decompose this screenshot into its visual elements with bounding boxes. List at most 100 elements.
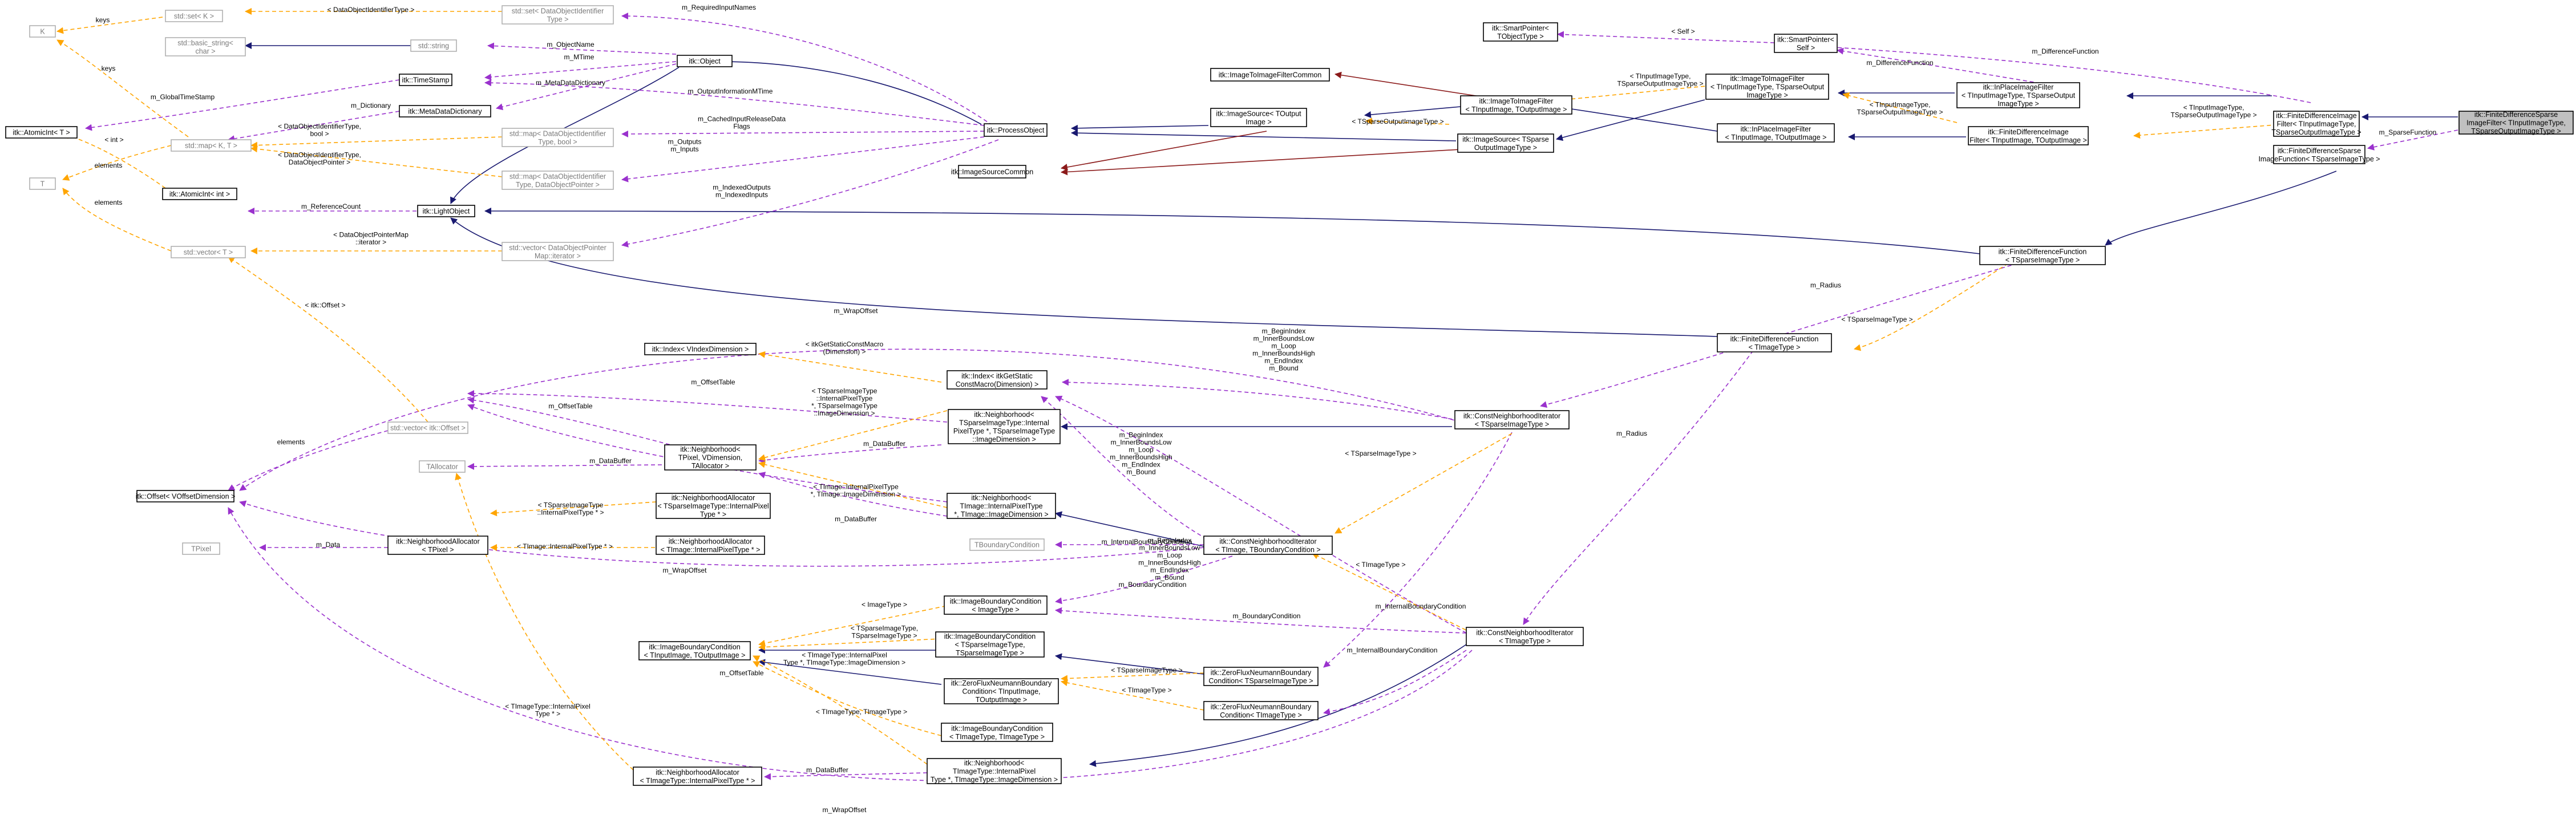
- class-node-T[interactable]: T: [29, 177, 56, 190]
- class-node-zfn-timagetype[interactable]: itk::ZeroFluxNeumannBoundaryCondition< T…: [1203, 701, 1319, 720]
- class-node-setdoi[interactable]: std::set< DataObjectIdentifierType >: [502, 5, 614, 25]
- class-node-mdd[interactable]: itk::MetaDataDictionary: [399, 105, 491, 117]
- class-node-cnit-tbc[interactable]: itk::ConstNeighborhoodIterator< TImage, …: [1203, 536, 1333, 555]
- class-node-tpixel[interactable]: TPixel: [182, 542, 220, 555]
- class-node-label: itk::Neighborhood<: [971, 494, 1031, 502]
- class-node-stdset[interactable]: std::set< K >: [165, 10, 223, 22]
- class-node-nalloc-timage[interactable]: itk::NeighborhoodAllocator< TImage::Inte…: [656, 536, 765, 555]
- class-node-ipif-b[interactable]: itk::InPlaceImageFilter< TInputImage, TO…: [1717, 123, 1835, 143]
- class-node-ibc-generic[interactable]: itk::ImageBoundaryCondition< TInputImage…: [638, 641, 751, 660]
- class-node-label: ConstMacro(Dimension) >: [956, 380, 1039, 388]
- class-node-label: itk::InPlaceImageFilter: [1983, 83, 2054, 91]
- class-node-label: ImageFunction< TSparseImageType >: [2258, 155, 2380, 163]
- class-node-label: < TSparseImageType >: [2005, 256, 2080, 264]
- class-node-label: TBoundaryCondition: [974, 541, 1040, 549]
- class-node-nbh-timage[interactable]: itk::Neighborhood<TImage::InternalPixelT…: [947, 493, 1056, 519]
- class-node-index-vdim[interactable]: itk::Index< VIndexDimension >: [644, 343, 757, 355]
- class-node-atomic-int[interactable]: itk::AtomicInt< int >: [162, 188, 237, 200]
- class-node-label: TOutputImage >: [976, 696, 1027, 704]
- class-node-atomic-t[interactable]: itk::AtomicInt< T >: [5, 126, 78, 139]
- class-node-smartptr-self[interactable]: itk::SmartPointer<Self >: [1774, 34, 1838, 53]
- collaboration-diagram: keys < DataObjectIdentifierType > m_Requir…: [0, 0, 2576, 815]
- class-node-tallocator[interactable]: TAllocator: [419, 460, 466, 473]
- class-node-ibc-sparse[interactable]: itk::ImageBoundaryCondition< TSparseImag…: [935, 631, 1045, 658]
- class-node-label: std::vector< itk::Offset >: [390, 424, 466, 432]
- class-node-smartptr-obj[interactable]: itk::SmartPointer<TObjectType >: [1483, 22, 1558, 42]
- class-node-label: itk::ConstNeighborhoodIterator: [1463, 412, 1560, 420]
- class-node-label: Condition< TSparseImageType >: [1208, 677, 1313, 685]
- class-node-label: < TImageType, TImageType >: [949, 733, 1045, 741]
- class-node-label: itk::ZeroFluxNeumannBoundary: [1211, 703, 1312, 711]
- class-node-ibc-timagetype[interactable]: itk::ImageBoundaryCondition< TImageType,…: [941, 723, 1053, 742]
- class-node-zfn-sparse[interactable]: itk::ZeroFluxNeumannBoundaryCondition< T…: [1203, 667, 1319, 686]
- class-node-ipif-a[interactable]: itk::InPlaceImageFilter< TInputImageType…: [1956, 82, 2080, 108]
- class-node-fdf-a[interactable]: itk::FiniteDifferenceImageFilter< TInput…: [1968, 126, 2089, 145]
- class-node-vector-t[interactable]: std::vector< T >: [171, 246, 246, 258]
- class-node-tbc[interactable]: TBoundaryCondition: [969, 538, 1045, 551]
- class-node-ibc-imagetype[interactable]: itk::ImageBoundaryCondition< ImageType >: [944, 595, 1048, 615]
- class-node-index-static[interactable]: itk::Index< itkGetStaticConstMacro(Dimen…: [947, 370, 1048, 390]
- class-node-fdfunc-t[interactable]: itk::FiniteDifferenceFunction< TImageTyp…: [1717, 333, 1832, 352]
- class-node-cnit-sparse[interactable]: itk::ConstNeighborhoodIterator< TSparseI…: [1454, 410, 1570, 429]
- class-node-stdmap[interactable]: std::map< K, T >: [171, 139, 252, 152]
- class-node-label: itk::FiniteDifferenceImage: [1988, 128, 2069, 136]
- class-node-label: itk::AtomicInt< T >: [13, 129, 70, 137]
- class-node-label: itk::ZeroFluxNeumannBoundary: [951, 679, 1052, 687]
- class-node-iscommon[interactable]: itk::ImageSourceCommon: [951, 165, 1034, 179]
- class-node-zfn-generic[interactable]: itk::ZeroFluxNeumannBoundaryCondition< T…: [944, 678, 1059, 704]
- class-node-label: itk::ImageBoundaryCondition: [944, 632, 1036, 640]
- class-node-lightobj[interactable]: itk::LightObject: [417, 205, 475, 217]
- class-node-vec-dopit[interactable]: std::vector< DataObjectPointerMap::itera…: [502, 242, 614, 261]
- class-node-nbh-generic[interactable]: itk::Neighborhood<TPixel, VDimension,TAl…: [664, 444, 757, 471]
- class-node-fdfunc-sparse[interactable]: itk::FiniteDifferenceFunction< TSparseIm…: [1979, 246, 2106, 265]
- class-node-label: std::set< K >: [174, 13, 214, 21]
- class-node-label: itk::SmartPointer<: [1777, 35, 1834, 43]
- class-node-label: std::map< K, T >: [185, 142, 237, 150]
- class-node-stdstring[interactable]: std::string: [410, 39, 457, 52]
- class-node-is-b[interactable]: itk::ImageSource< TSparseOutputImageType…: [1457, 133, 1554, 153]
- class-node-itif-a[interactable]: itk::ImageToImageFilter< TInputImageType…: [1705, 74, 1829, 100]
- class-node-label: Type, DataObjectPointer >: [516, 181, 600, 189]
- class-node-label: < TInputImageType, TSparseOutput: [1962, 92, 2076, 100]
- class-node-label: std::map< DataObjectIdentifier: [509, 172, 606, 180]
- class-node-label: Type * >: [700, 510, 726, 518]
- class-node-vec-offset[interactable]: std::vector< itk::Offset >: [387, 421, 468, 434]
- class-node-nalloc-timagetype[interactable]: itk::NeighborhoodAllocator< TImageType::…: [633, 767, 762, 786]
- class-node-cnit-timagetype[interactable]: itk::ConstNeighborhoodIterator< TImageTy…: [1466, 627, 1584, 646]
- class-node-label: itk::Neighborhood<: [974, 411, 1034, 419]
- class-node-label: TSparseOutputImageType >: [2271, 128, 2361, 136]
- class-node-nalloc-sparse[interactable]: itk::NeighborhoodAllocator< TSparseImage…: [656, 493, 771, 519]
- class-node-label: itk::ZeroFluxNeumannBoundary: [1211, 668, 1312, 676]
- class-node-K[interactable]: K: [29, 25, 56, 38]
- class-node-map-bool[interactable]: std::map< DataObjectIdentifierType, bool…: [502, 128, 614, 147]
- class-node-label: itk::ImageBoundaryCondition: [649, 643, 741, 651]
- class-node-label: itk::ProcessObject: [987, 127, 1045, 135]
- class-node-label: < TPixel >: [422, 546, 454, 554]
- class-node-label: < TInputImage, TOutputImage >: [644, 651, 746, 659]
- class-node-bstring[interactable]: std::basic_string<char >: [165, 37, 246, 56]
- class-node-label: TImage::InternalPixelType: [960, 502, 1042, 510]
- class-node-itif-b[interactable]: itk::ImageToImageFilter< TInputImage, TO…: [1460, 95, 1572, 115]
- class-node-timestamp[interactable]: itk::TimeStamp: [399, 74, 452, 86]
- class-node-itifcommon[interactable]: itk::ImageToImageFilterCommon: [1210, 68, 1330, 82]
- class-node-label: < TInputImageType, TSparseOutput: [1710, 83, 1825, 91]
- class-node-label: < TImageType::InternalPixelType * >: [640, 777, 755, 785]
- class-node-nalloc-tpixel[interactable]: itk::NeighborhoodAllocator< TPixel >: [387, 536, 488, 555]
- class-node-label: < TImage, TBoundaryCondition >: [1215, 546, 1320, 554]
- class-node-fdsif[interactable]: itk::FiniteDifferenceSparseImageFunction…: [2258, 145, 2380, 164]
- class-node-offset-v[interactable]: itk::Offset< VOffsetDimension >: [136, 490, 236, 502]
- class-node-label: std::vector< T >: [184, 249, 233, 257]
- class-node-label: itk::FiniteDifferenceImage: [2276, 112, 2357, 120]
- class-node-map-dop[interactable]: std::map< DataObjectIdentifierType, Data…: [502, 171, 614, 190]
- class-node-label: itk::ImageToImageFilter: [1730, 75, 1805, 83]
- class-node-root[interactable]: itk::FiniteDifferenceSparseImageFilter< …: [2458, 111, 2574, 135]
- class-node-is-a[interactable]: itk::ImageSource< TOutputImage >: [1210, 108, 1307, 127]
- class-node-label: itk::FiniteDifferenceFunction: [1730, 335, 1819, 343]
- class-node-label: itk::Offset< VOffsetDimension >: [136, 493, 236, 501]
- class-node-nbh-sparse[interactable]: itk::Neighborhood<TSparseImageType::Inte…: [948, 409, 1061, 444]
- class-node-nbh-timagetype[interactable]: itk::Neighborhood<TImageType::InternalPi…: [927, 758, 1062, 784]
- class-node-label: ::ImageDimension >: [972, 435, 1036, 443]
- class-node-itkobject[interactable]: itk::Object: [677, 55, 733, 67]
- class-node-procobj[interactable]: itk::ProcessObject: [984, 123, 1048, 137]
- class-node-fdif[interactable]: itk::FiniteDifferenceImageFilter< TInput…: [2271, 111, 2361, 137]
